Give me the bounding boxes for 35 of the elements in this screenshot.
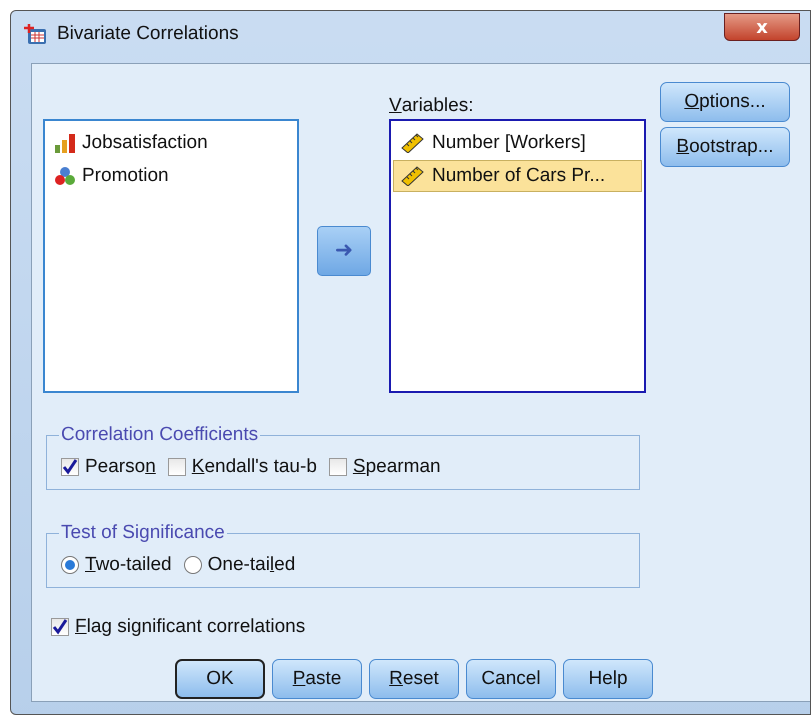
group-title: Correlation Coefficients [60, 424, 260, 446]
checkbox-option[interactable]: Pearson [61, 456, 156, 478]
window-title: Bivariate Correlations [57, 23, 239, 45]
variables-label: Variables: [389, 94, 475, 118]
checkbox[interactable] [61, 458, 79, 476]
source-variable-list[interactable]: Jobsatisfaction Promotion [43, 119, 299, 393]
bar-chart-icon [54, 133, 76, 153]
checkbox-option[interactable]: Kendall's tau-b [168, 456, 317, 478]
radio-option[interactable]: One-tailed [184, 554, 296, 576]
dialog-button[interactable]: Options... [660, 82, 790, 122]
dialog-button[interactable]: Help [563, 659, 653, 699]
dialog-button[interactable]: Cancel [466, 659, 556, 699]
dialog-button[interactable]: Bootstrap... [660, 127, 790, 167]
checkbox[interactable] [328, 458, 347, 476]
variable-item[interactable]: Promotion [47, 160, 295, 192]
close-button[interactable]: x [724, 13, 800, 41]
checkbox-option[interactable]: Spearman [328, 456, 441, 478]
dialog-button[interactable]: Paste [272, 659, 362, 699]
variable-item[interactable]: Jobsatisfaction [47, 127, 295, 159]
ruler-icon [400, 166, 426, 186]
dialog-button[interactable]: Reset [369, 659, 459, 699]
checkbox[interactable] [51, 618, 69, 636]
circles-icon [54, 166, 76, 186]
radio-option[interactable]: Two-tailed [61, 554, 172, 576]
group-title: Test of Significance [60, 522, 226, 544]
radio-button[interactable] [61, 556, 79, 574]
ruler-icon [400, 133, 426, 153]
radio-button[interactable] [184, 556, 202, 574]
checkbox[interactable] [168, 458, 186, 476]
variable-item[interactable]: Number [Workers] [393, 127, 642, 159]
table-icon [23, 23, 47, 45]
variables-list[interactable]: Number [Workers] Number of Cars Pr... [389, 119, 646, 393]
variable-item[interactable]: Number of Cars Pr... [393, 160, 642, 192]
dialog-button[interactable]: OK [175, 659, 265, 699]
checkbox-option[interactable]: Flag significant correlations [51, 616, 306, 638]
